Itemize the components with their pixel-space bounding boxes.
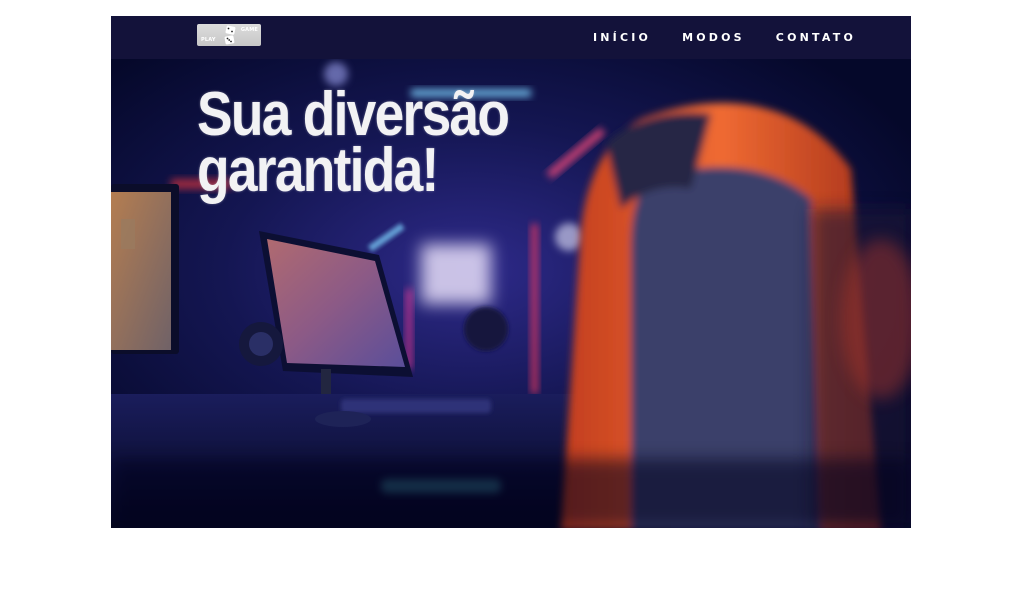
main-nav: INÍCIO MODOS CONTATO (593, 16, 856, 59)
hero-title-line-2: garantida! (197, 136, 439, 205)
page: GAME PLAY INÍCIO MODOS CONTATO Sua diver… (0, 0, 1024, 600)
logo-text-play: PLAY (201, 37, 216, 43)
logo-text-game: GAME (240, 27, 258, 33)
hero-title-line-1: Sua diversão (197, 80, 510, 149)
nav-item-inicio[interactable]: INÍCIO (593, 31, 651, 44)
site-header: GAME PLAY INÍCIO MODOS CONTATO (111, 16, 911, 59)
logo[interactable]: GAME PLAY (197, 24, 261, 46)
site-frame: GAME PLAY INÍCIO MODOS CONTATO Sua diver… (111, 16, 911, 528)
hero-title: Sua diversão garantida! (197, 80, 510, 205)
hero-section: Sua diversão garantida! (111, 59, 911, 528)
nav-item-modos[interactable]: MODOS (682, 31, 745, 44)
nav-item-contato[interactable]: CONTATO (776, 31, 856, 44)
dice-icon (224, 25, 236, 45)
